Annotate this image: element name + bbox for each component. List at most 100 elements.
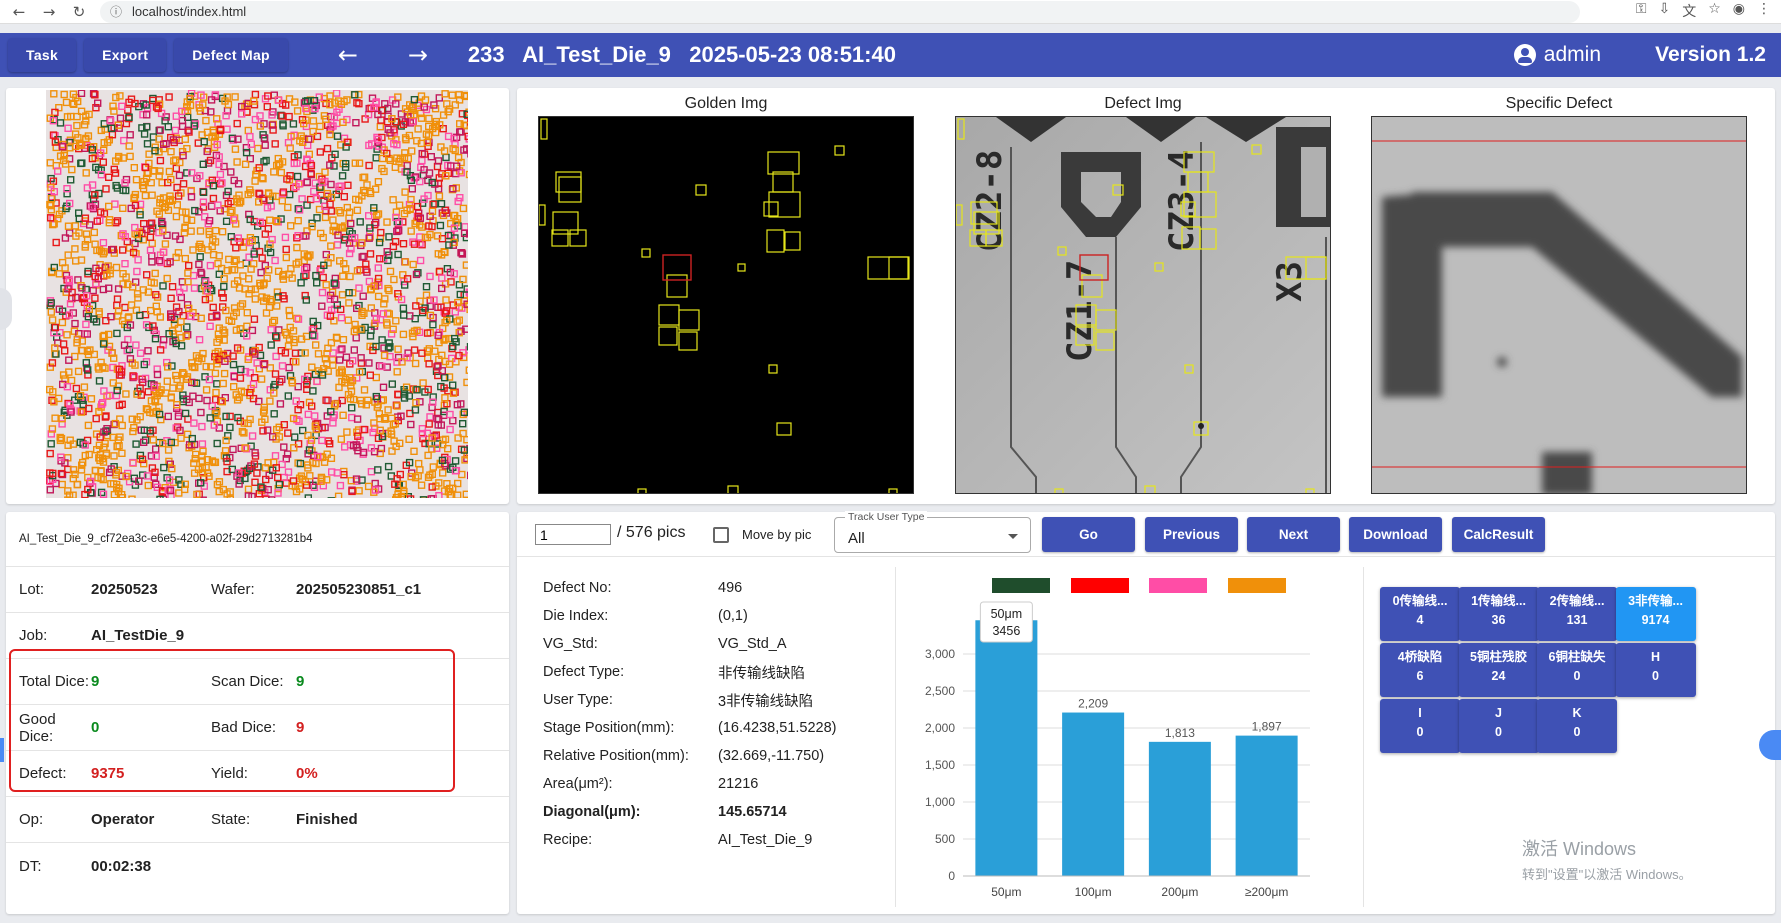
detail-key: Die Index:	[543, 608, 609, 624]
legend-swatch[interactable]	[1149, 578, 1207, 593]
detail-value: 145.65714	[718, 804, 787, 820]
move-by-pic-label: Move by pic	[742, 527, 812, 542]
detail-value: 非传输线缺陷	[718, 665, 805, 682]
defect-type-button[interactable]: H0	[1615, 643, 1696, 697]
defect-type-button[interactable]: 0传输线... 4	[1380, 587, 1460, 641]
defect-type-button[interactable]: K0	[1537, 699, 1617, 753]
next-arrow-icon[interactable]: →	[398, 38, 438, 72]
wafer-defect-map[interactable]	[46, 90, 468, 498]
install-icon[interactable]: ⇩	[1658, 1, 1670, 21]
detail-value: (0,1)	[718, 608, 748, 624]
defect-type-label: 0传输线...	[1392, 594, 1448, 608]
user-menu[interactable]: admin	[1513, 43, 1601, 67]
bad-dice-value: 9	[296, 719, 305, 736]
defect-detail-list: Defect No: 496 Die Index: (0,1) VG_Std: VG_St…	[543, 574, 837, 854]
defect-type-label: 6铜柱缺失	[1548, 650, 1606, 664]
detail-row: Recipe: AI_Test_Die_9	[543, 826, 837, 854]
detail-value: (32.669,-11.750)	[718, 748, 825, 764]
left-edge-tab[interactable]	[0, 738, 4, 762]
drawer-handle[interactable]	[0, 288, 12, 330]
detail-key: User Type:	[543, 692, 613, 708]
golden-image[interactable]	[538, 116, 914, 494]
next-button[interactable]: Next	[1247, 517, 1340, 552]
chart-bar	[1062, 712, 1125, 876]
star-icon[interactable]: ☆	[1708, 1, 1721, 21]
detail-row: Area(μm²): 21216	[543, 770, 837, 798]
watermark-line1: 激活 Windows	[1522, 839, 1637, 859]
go-button[interactable]: Go	[1042, 517, 1135, 552]
detail-row: User Type: 3非传输线缺陷	[543, 686, 837, 714]
dt-label: DT:	[19, 857, 42, 875]
url-text: localhost/index.html	[132, 4, 247, 19]
chart-bar	[1148, 741, 1211, 876]
defect-type-button[interactable]: 1传输线... 36	[1458, 587, 1539, 641]
detail-row: Defect No: 496	[543, 574, 837, 602]
site-info-icon[interactable]: ⓘ	[110, 3, 122, 20]
calc-result-button[interactable]: CalcResult	[1452, 517, 1545, 552]
info-row-lot: Lot: 20250523 Wafer: 202505230851_c1	[6, 567, 509, 613]
key-icon[interactable]: ⚿	[1636, 1, 1647, 21]
detail-key: Area(μm²):	[543, 776, 613, 792]
export-button[interactable]: Export	[84, 38, 167, 72]
detail-value: (16.4238,51.5228)	[718, 720, 837, 736]
version-label: Version 1.2	[1655, 43, 1766, 66]
right-drawer-handle[interactable]	[1759, 730, 1781, 760]
defect-type-count: 36	[1491, 613, 1506, 627]
scan-dice-value: 9	[296, 673, 305, 690]
track-user-type-select[interactable]: Track User Type All	[834, 511, 1031, 553]
op-value: Operator	[91, 811, 155, 828]
defect-type-button[interactable]: 4桥缺陷 6	[1380, 643, 1460, 697]
defect-type-button[interactable]: 3非传输... 9174	[1615, 587, 1696, 641]
defect-type-button[interactable]: J0	[1458, 699, 1539, 753]
previous-button[interactable]: Previous	[1145, 517, 1238, 552]
translate-icon[interactable]: 文	[1682, 1, 1696, 21]
defect-type-button[interactable]: 5铜柱残胶 24	[1458, 643, 1539, 697]
defect-map-button[interactable]: Defect Map	[174, 38, 288, 72]
bar-value-label: 1,897	[1252, 720, 1282, 734]
y-tick-label: 2,000	[925, 721, 955, 735]
detail-key: VG_Std:	[543, 636, 598, 652]
defect-type-count: 0	[1495, 725, 1502, 739]
page-number-input[interactable]	[535, 524, 611, 545]
detail-row: Defect Type: 非传输线缺陷	[543, 658, 837, 686]
menu-icon[interactable]: ⋮	[1757, 1, 1771, 21]
defect-image[interactable]: CZ2-8 CZ3-4 CZ1-7 X3	[955, 116, 1331, 494]
task-button[interactable]: Task	[8, 38, 77, 72]
yield-label: Yield:	[211, 765, 248, 782]
good-dice-value: 0	[91, 719, 100, 736]
defect-type-button[interactable]: I0	[1380, 699, 1460, 753]
defect-type-button[interactable]: 6铜柱缺失 0	[1537, 643, 1617, 697]
job-value: AI_TestDie_9	[91, 627, 185, 644]
bar-value-label: 2,209	[1078, 697, 1108, 711]
download-button[interactable]: Download	[1349, 517, 1442, 552]
wafer-map-panel	[0, 88, 509, 504]
wafer-label: Wafer:	[211, 581, 255, 598]
browser-toolbar: ← → ↻ ⓘ localhost/index.html ⚿ ⇩ 文 ☆ ◉ ⋮	[0, 0, 1781, 24]
info-row-job: Job: AI_TestDie_9	[6, 613, 509, 659]
move-by-pic-checkbox[interactable]	[713, 527, 729, 543]
legend-swatch[interactable]	[1071, 578, 1129, 593]
back-icon[interactable]: ←	[8, 1, 30, 23]
track-user-type-label: Track User Type	[845, 511, 928, 523]
golden-img-title: Golden Img	[684, 95, 768, 112]
mark-x3: X3	[1270, 261, 1310, 302]
reload-icon[interactable]: ↻	[68, 1, 90, 23]
defect-type-button[interactable]: 2传输线... 131	[1537, 587, 1617, 641]
defect-type-label: 4桥缺陷	[1397, 650, 1443, 664]
forward-icon[interactable]: →	[38, 1, 60, 23]
defect-detail-panel: / 576 pics Move by pic Track User Type A…	[517, 511, 1781, 914]
defect-type-count: 6	[1416, 669, 1424, 683]
detail-row: Diagonal(μm): 145.65714	[543, 798, 837, 826]
specific-defect-image[interactable]	[1371, 116, 1747, 494]
good-dice-label: Good Dice:	[19, 710, 56, 745]
address-bar[interactable]: ⓘ localhost/index.html	[100, 0, 1580, 23]
defect-type-count: 0	[1652, 669, 1659, 683]
profile-icon[interactable]: ◉	[1733, 1, 1745, 21]
legend-swatch[interactable]	[992, 578, 1050, 593]
prev-arrow-icon[interactable]: ←	[328, 38, 368, 72]
state-value: Finished	[296, 811, 358, 828]
wafer-value: 202505230851_c1	[296, 581, 422, 598]
x-tick-label: 100μm	[1075, 885, 1112, 899]
legend-swatch[interactable]	[1228, 578, 1286, 593]
detail-key: Relative Position(mm):	[543, 748, 689, 764]
